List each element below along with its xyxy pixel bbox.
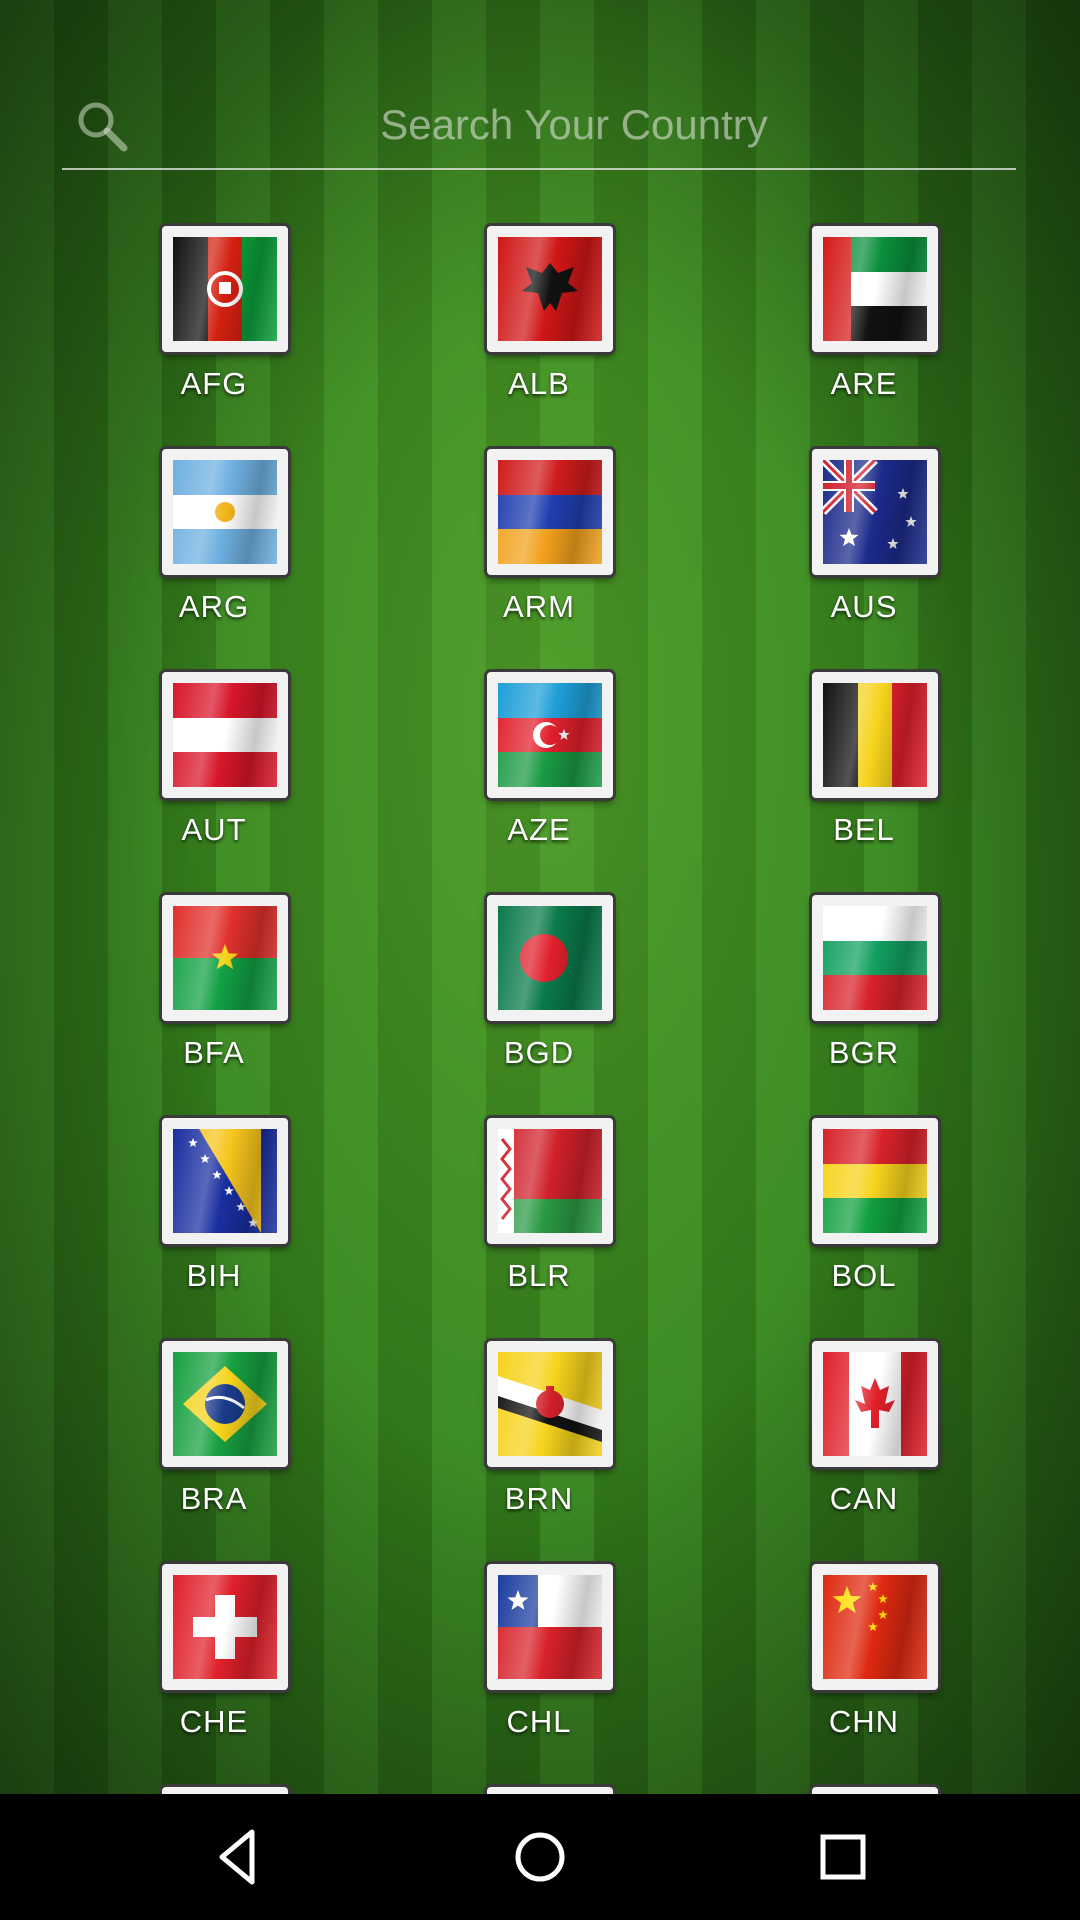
navigation-bar	[0, 1794, 1080, 1920]
country-code-label: BGD	[503, 1035, 575, 1070]
flag-sheen	[823, 1352, 927, 1456]
country-code-label: CHL	[506, 1704, 572, 1739]
country-code-label: AFG	[180, 366, 248, 401]
country-item-chl[interactable]: CHL	[439, 1564, 639, 1764]
bel-flag-icon[interactable]	[812, 672, 938, 798]
flag-sheen	[173, 683, 277, 787]
partial-flag-icon[interactable]	[162, 1787, 288, 1794]
flag-sheen	[823, 237, 927, 341]
recents-icon[interactable]	[798, 1812, 888, 1902]
search-icon	[78, 102, 128, 152]
flag-sheen	[173, 1575, 277, 1679]
bgd-flag-icon[interactable]	[487, 895, 613, 1021]
chn-flag-icon[interactable]	[812, 1564, 938, 1690]
country-code-label: CAN	[829, 1481, 899, 1516]
country-item-partial[interactable]	[764, 1787, 964, 1794]
country-item-bra[interactable]: BRA	[114, 1341, 314, 1541]
flag-sheen	[498, 906, 602, 1010]
bra-flag-icon[interactable]	[162, 1341, 288, 1467]
country-item-aut[interactable]: AUT	[114, 672, 314, 872]
country-item-partial[interactable]	[439, 1787, 639, 1794]
partial-flag-icon[interactable]	[812, 1787, 938, 1794]
arm-flag-icon[interactable]	[487, 449, 613, 575]
aut-flag-icon[interactable]	[162, 672, 288, 798]
flag-sheen	[823, 1129, 927, 1233]
country-item-arm[interactable]: ARM	[439, 449, 639, 649]
country-code-label: AUS	[830, 589, 898, 624]
flag-sheen	[498, 237, 602, 341]
chl-flag-icon[interactable]	[487, 1564, 613, 1690]
country-code-label: BGR	[828, 1035, 900, 1070]
country-item-brn[interactable]: BRN	[439, 1341, 639, 1541]
field-background: AFG ALB ARE ARG ARM AUS AUT AZE BEL BFA BGD BGR BIH B…	[0, 0, 1080, 1794]
country-item-afg[interactable]: AFG	[114, 226, 314, 426]
country-code-label: AZE	[507, 812, 571, 847]
flag-sheen	[498, 460, 602, 564]
flag-sheen	[173, 460, 277, 564]
search-bar[interactable]	[62, 84, 1016, 170]
che-flag-icon[interactable]	[162, 1564, 288, 1690]
bol-flag-icon[interactable]	[812, 1118, 938, 1244]
can-flag-icon[interactable]	[812, 1341, 938, 1467]
country-item-chn[interactable]: CHN	[764, 1564, 964, 1764]
country-code-label: ALB	[508, 366, 570, 401]
country-code-label: ARM	[503, 589, 575, 624]
flag-sheen	[173, 1352, 277, 1456]
country-item-aus[interactable]: AUS	[764, 449, 964, 649]
country-code-label: CHE	[179, 1704, 249, 1739]
country-item-arg[interactable]: ARG	[114, 449, 314, 649]
flag-sheen	[823, 1575, 927, 1679]
flag-sheen	[173, 906, 277, 1010]
alb-flag-icon[interactable]	[487, 226, 613, 352]
flag-sheen	[498, 1352, 602, 1456]
flag-sheen	[498, 683, 602, 787]
country-item-partial[interactable]	[114, 1787, 314, 1794]
country-code-label: ARE	[830, 366, 898, 401]
country-code-label: BEL	[833, 812, 895, 847]
aze-flag-icon[interactable]	[487, 672, 613, 798]
country-item-aze[interactable]: AZE	[439, 672, 639, 872]
country-code-label: ARG	[178, 589, 250, 624]
country-item-can[interactable]: CAN	[764, 1341, 964, 1541]
bgr-flag-icon[interactable]	[812, 895, 938, 1021]
country-item-bgd[interactable]: BGD	[439, 895, 639, 1095]
bih-flag-icon[interactable]	[162, 1118, 288, 1244]
country-code-label: BRA	[180, 1481, 248, 1516]
country-item-bol[interactable]: BOL	[764, 1118, 964, 1318]
afg-flag-icon[interactable]	[162, 226, 288, 352]
search-input[interactable]	[152, 84, 996, 166]
country-code-label: BFA	[183, 1035, 245, 1070]
aus-flag-icon[interactable]	[812, 449, 938, 575]
flag-sheen	[173, 237, 277, 341]
country-item-bih[interactable]: BIH	[114, 1118, 314, 1318]
country-code-label: BLR	[507, 1258, 571, 1293]
country-code-label: BOL	[831, 1258, 897, 1293]
home-icon[interactable]	[495, 1812, 585, 1902]
country-item-bgr[interactable]: BGR	[764, 895, 964, 1095]
flag-sheen	[823, 906, 927, 1010]
country-item-bel[interactable]: BEL	[764, 672, 964, 872]
country-code-label: BRN	[504, 1481, 574, 1516]
country-item-are[interactable]: ARE	[764, 226, 964, 426]
brn-flag-icon[interactable]	[487, 1341, 613, 1467]
flag-sheen	[823, 683, 927, 787]
country-code-label: AUT	[181, 812, 247, 847]
flag-sheen	[823, 460, 927, 564]
blr-flag-icon[interactable]	[487, 1118, 613, 1244]
flag-sheen	[498, 1129, 602, 1233]
back-icon[interactable]	[194, 1812, 284, 1902]
country-item-alb[interactable]: ALB	[439, 226, 639, 426]
arg-flag-icon[interactable]	[162, 449, 288, 575]
flag-sheen	[498, 1575, 602, 1679]
country-code-label: BIH	[186, 1258, 242, 1293]
bfa-flag-icon[interactable]	[162, 895, 288, 1021]
country-item-blr[interactable]: BLR	[439, 1118, 639, 1318]
country-item-che[interactable]: CHE	[114, 1564, 314, 1764]
are-flag-icon[interactable]	[812, 226, 938, 352]
partial-flag-icon[interactable]	[487, 1787, 613, 1794]
flag-sheen	[173, 1129, 277, 1233]
country-code-label: CHN	[828, 1704, 900, 1739]
country-item-bfa[interactable]: BFA	[114, 895, 314, 1095]
